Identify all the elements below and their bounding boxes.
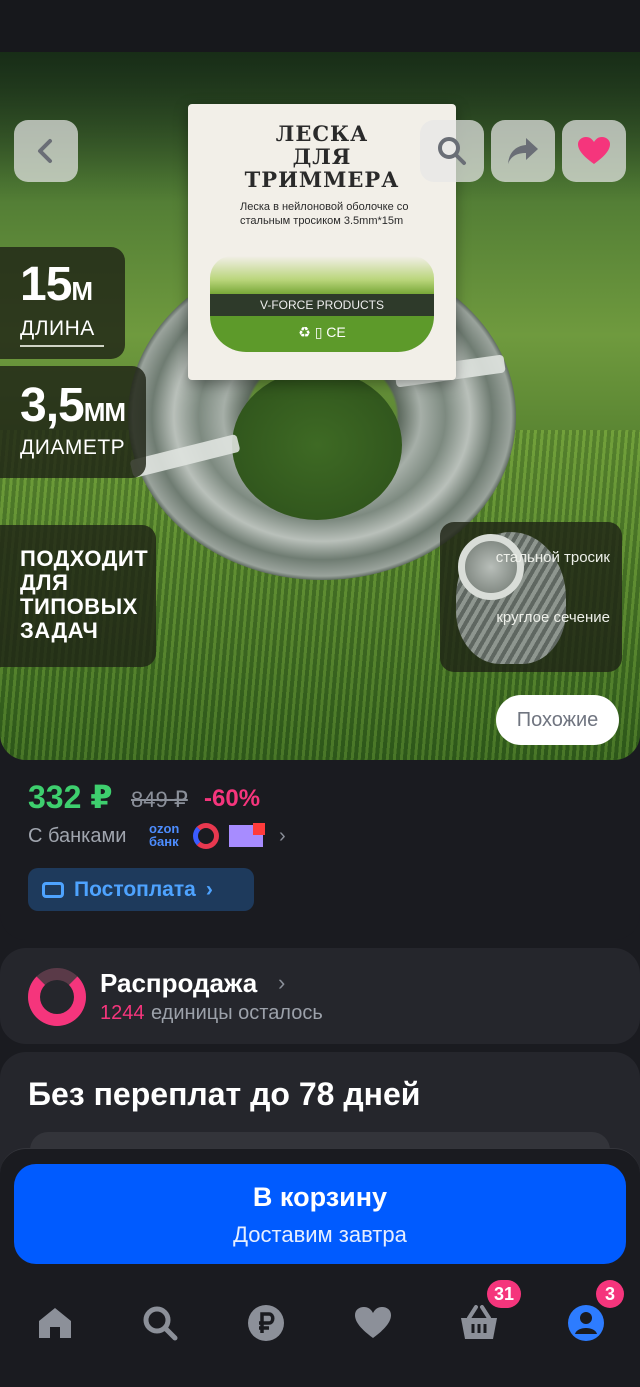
chevron-left-icon (38, 139, 52, 163)
card-icon (42, 881, 64, 898)
home-icon (39, 1308, 71, 1338)
delivery-label: Доставим завтра (233, 1222, 407, 1247)
sale-count: 1244 (100, 1002, 145, 1024)
length-label: ДЛИНА (20, 317, 95, 340)
length-badge: 15М ДЛИНА (0, 247, 125, 359)
current-price: 332 ₽ (28, 779, 113, 815)
nav-home[interactable] (25, 1298, 85, 1348)
heart-icon (355, 1307, 391, 1338)
diameter-label: ДИАМЕТР (20, 436, 126, 459)
profile-icon (568, 1305, 604, 1341)
chevron-right-icon: › (278, 970, 286, 995)
chevron-right-icon[interactable]: › (279, 825, 286, 848)
discount-badge: -60% (204, 785, 261, 812)
packaging-title: ЛЕСКА ДЛЯ ТРИММЕРА (244, 121, 400, 192)
brand-band: V-FORCE PRODUCTS (210, 294, 434, 316)
sale-progress-icon (28, 968, 86, 1026)
installment-title: Без переплат до 78 дней (28, 1076, 421, 1112)
diameter-unit: ММ (83, 397, 126, 427)
product-image[interactable]: ЛЕСКА ДЛЯ ТРИММЕРА Леска в нейлоновой об… (0, 52, 640, 760)
bank-logo-square (229, 823, 265, 847)
certification-marks: ♻ ▯ CE (210, 316, 434, 352)
steel-cable-label: стальной тросик (495, 549, 610, 566)
purpose-text: ПОДХОДИТ ДЛЯ ТИПОВЫХ ЗАДАЧ (20, 546, 149, 643)
product-packaging-card: ЛЕСКА ДЛЯ ТРИММЕРА Леска в нейлоновой об… (188, 104, 456, 380)
share-button[interactable] (491, 120, 555, 182)
bottom-nav: 31 3 (0, 1280, 640, 1387)
cart-count-badge: 31 (487, 1280, 522, 1308)
search-icon (143, 1306, 178, 1341)
heart-icon (578, 137, 610, 164)
length-unit: М (71, 276, 93, 306)
cable-section-badge: стальной тросик круглое сечение (440, 522, 622, 672)
round-section-label: круглое сечение (496, 609, 610, 626)
similar-button[interactable]: Похожие (496, 695, 619, 745)
banks-label[interactable]: С банками (28, 825, 126, 848)
length-value: 15 (20, 258, 72, 311)
postpay-button[interactable]: Постоплата › (28, 868, 254, 911)
profile-badge: 3 (596, 1280, 624, 1308)
add-to-cart-label: В корзину (252, 1182, 388, 1212)
add-to-cart-button[interactable]: В корзину Доставим завтра (14, 1164, 626, 1264)
nav-search[interactable] (130, 1298, 190, 1348)
ozon-bank-logo: ozon банк (149, 821, 180, 849)
search-icon (438, 137, 466, 165)
nav-finance[interactable] (236, 1298, 296, 1348)
chevron-right-icon: › (205, 877, 213, 901)
diameter-badge: 3,5ММ ДИАМЕТР (0, 366, 146, 478)
postpay-label: Постоплата (74, 877, 196, 901)
search-button[interactable] (420, 120, 484, 182)
status-bar (0, 0, 640, 52)
purpose-badge: ПОДХОДИТ ДЛЯ ТИПОВЫХ ЗАДАЧ (0, 525, 156, 667)
sale-remaining-label: единицы осталось (151, 1002, 323, 1024)
share-arrow-icon (508, 138, 538, 164)
nav-favorites[interactable] (343, 1298, 403, 1348)
ruble-icon (248, 1305, 284, 1341)
back-button[interactable] (14, 120, 78, 182)
sale-title[interactable]: Распродажа (100, 968, 257, 999)
packaging-subtitle: Леска в нейлоновой оболочке со стальным … (240, 201, 409, 227)
sale-section[interactable] (0, 948, 640, 1044)
diameter-value: 3,5 (20, 379, 85, 432)
basket-icon (461, 1305, 497, 1339)
old-price: 849 ₽ (131, 787, 188, 812)
bank-logo-circle (193, 823, 219, 849)
favorite-button[interactable] (562, 120, 626, 182)
packaging-icons (210, 256, 434, 296)
